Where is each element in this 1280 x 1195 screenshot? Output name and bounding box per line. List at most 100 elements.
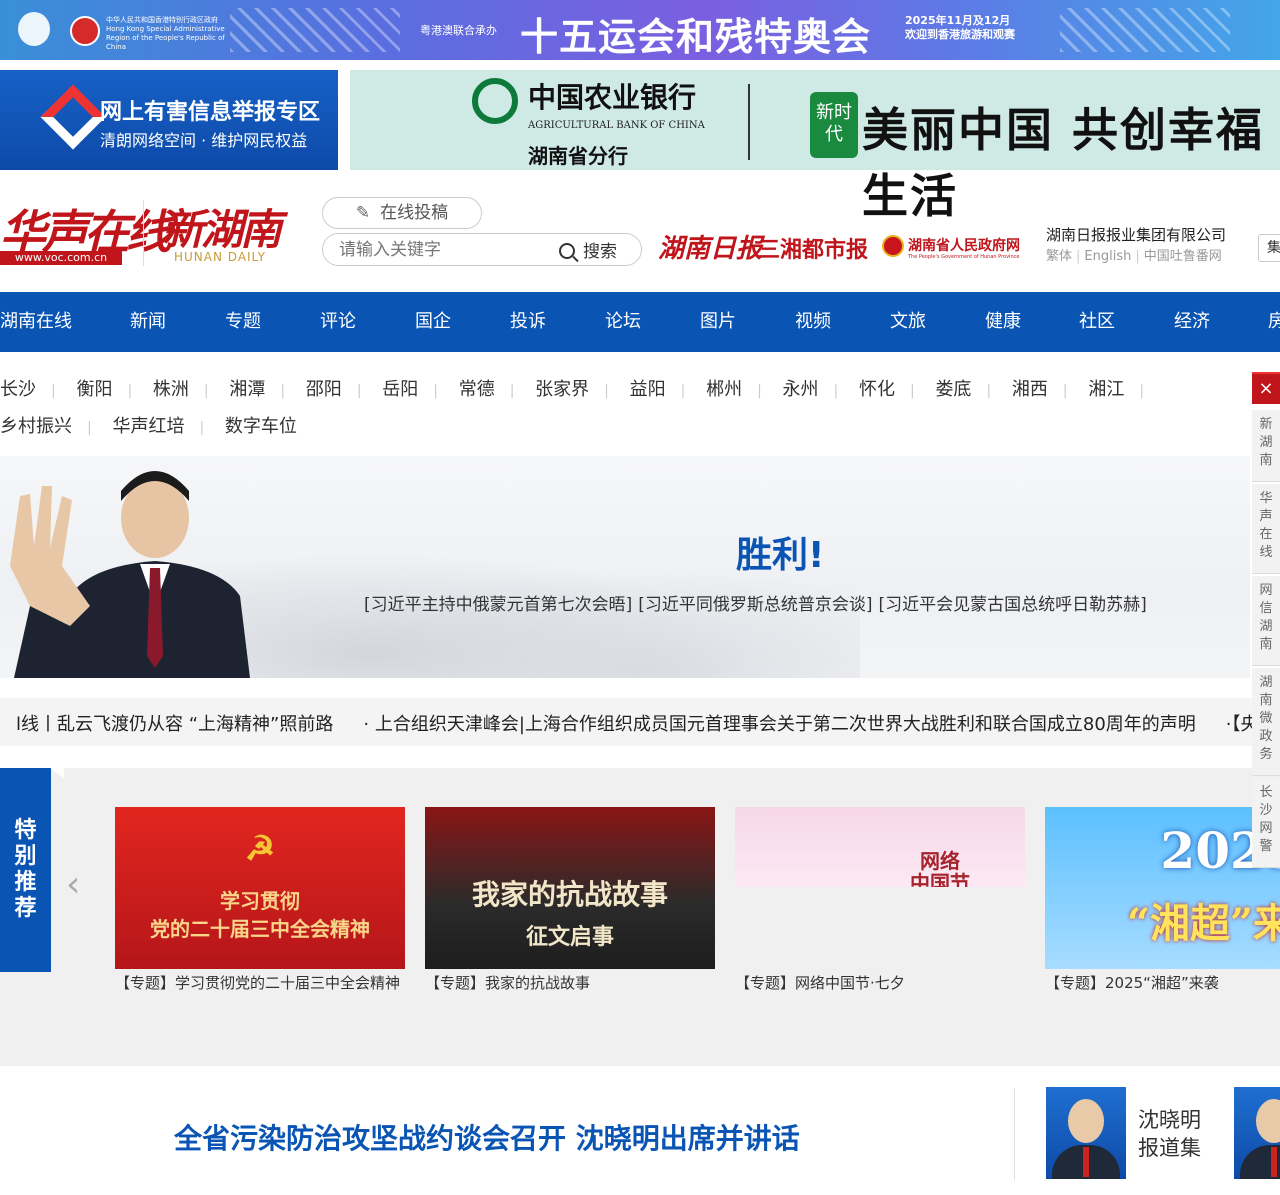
turpan-link[interactable]: 中国吐鲁番网 <box>1144 249 1222 264</box>
abc-bank-logo-icon <box>472 78 518 124</box>
nav-soe[interactable]: 国企 <box>415 292 451 352</box>
games-banner-ad[interactable]: 中华人民共和国香港特别行政区政府 Hong Kong Special Admin… <box>0 0 1280 60</box>
leader-photo <box>10 471 250 678</box>
city-changsha[interactable]: 长沙 <box>0 372 36 408</box>
carousel-prev-icon[interactable]: ‹ <box>66 864 80 905</box>
side-item-new-hunan[interactable]: 新湖南 <box>1252 410 1280 482</box>
ticker-track: l线丨乱云飞渡仍从容 “上海精神”照前路 · 上合组织天津峰会|上海合作组织成员国… <box>16 710 1280 736</box>
nav-forum[interactable]: 论坛 <box>605 292 641 352</box>
english-link[interactable]: English <box>1084 249 1131 264</box>
side-item-police[interactable]: 长沙网警 <box>1252 778 1280 868</box>
group-button[interactable]: 集 <box>1258 234 1280 262</box>
featured-card[interactable]: 网络 中国节 【专题】网络中国节·七夕 <box>735 807 1025 993</box>
link-red-training[interactable]: 华声红培 <box>112 409 184 445</box>
bank-name-en: AGRICULTURAL BANK OF CHINA <box>528 120 705 131</box>
games-host: 粤港澳联合承办 <box>420 24 497 37</box>
city-xiangtan[interactable]: 湘潭 <box>229 372 265 408</box>
voc-url: www.voc.com.cn <box>0 251 122 265</box>
pen-icon: ✎ <box>355 203 371 223</box>
nav-topics[interactable]: 专题 <box>225 292 261 352</box>
city-changde[interactable]: 常德 <box>459 372 495 408</box>
main-nav: 湖南在线 新闻 专题 评论 国企 投诉 论坛 图片 视频 文旅 健康 社区 经济… <box>0 292 1280 352</box>
card-caption[interactable]: 【专题】2025“湘超”来袭 <box>1045 973 1280 993</box>
city-hengyang[interactable]: 衡阳 <box>76 372 112 408</box>
city-shaoyang[interactable]: 邵阳 <box>306 372 342 408</box>
reporter-collection-link[interactable]: 沈晓明报道集 <box>1138 1106 1208 1162</box>
featured-card[interactable]: 我家的抗战故事 征文启事 【专题】我家的抗战故事 <box>425 807 715 993</box>
nav-news[interactable]: 新闻 <box>130 292 166 352</box>
search-button[interactable]: 搜索 <box>559 237 617 263</box>
hunan-gov-logo[interactable]: 湖南省人民政府网 <box>908 235 1020 255</box>
featured-card[interactable]: 2025 “湘超”来袭 【专题】2025“湘超”来袭 <box>1045 807 1280 993</box>
nav-complaint[interactable]: 投诉 <box>510 292 546 352</box>
leader-portrait-2[interactable] <box>1234 1087 1280 1179</box>
card-image: 我家的抗战故事 征文启事 <box>425 807 715 969</box>
national-emblem-icon <box>882 235 904 257</box>
card-image: 2025 “湘超”来袭 <box>1045 807 1280 969</box>
nav-culture-tourism[interactable]: 文旅 <box>890 292 926 352</box>
sanxiang-dushibao-logo[interactable]: 三湘都市报 <box>758 232 868 264</box>
ticker-item[interactable]: l线丨乱云飞渡仍从容 “上海精神”照前路 <box>16 714 333 735</box>
nav-health[interactable]: 健康 <box>985 292 1021 352</box>
link-digital-parking[interactable]: 数字车位 <box>225 409 297 445</box>
ad-slogan: 美丽中国 共创幸福生活 <box>862 103 1265 223</box>
hunan-daily-logo[interactable]: 新湖南 <box>162 196 282 257</box>
report-title: 网上有害信息举报专区 <box>100 100 321 125</box>
group-links: 繁体 | English | 中国吐鲁番网 <box>1046 249 1222 264</box>
hero-link-mongolia[interactable]: [习近平会见蒙古国总统呼日勒苏赫] <box>879 595 1147 615</box>
search-input[interactable] <box>339 238 549 262</box>
hammer-sickle-icon: ☭ <box>244 829 276 869</box>
hero-link-putin[interactable]: [习近平同俄罗斯总统普京会谈] <box>638 595 872 615</box>
nav-house[interactable]: 房 <box>1268 292 1280 352</box>
hero-banner[interactable]: 胜利! [习近平主持中俄蒙元首第七次会晤] [习近平同俄罗斯总统普京会谈] [习近平… <box>0 456 1250 678</box>
games-title: 十五运会和残特奥会 <box>520 15 872 59</box>
city-zhuzhou[interactable]: 株洲 <box>153 372 189 408</box>
card-caption[interactable]: 【专题】网络中国节·七夕 <box>735 973 1025 993</box>
online-submit-button[interactable]: ✎ 在线投稿 <box>322 197 482 229</box>
city-loudi[interactable]: 娄底 <box>935 372 971 408</box>
ad-divider <box>748 84 750 160</box>
hero-link-summit[interactable]: [习近平主持中俄蒙元首第七次会晤] <box>364 595 632 615</box>
nav-comment[interactable]: 评论 <box>320 292 356 352</box>
close-icon[interactable]: × <box>1252 372 1280 404</box>
city-yongzhou[interactable]: 永州 <box>783 372 819 408</box>
bank-branch: 湖南省分行 <box>528 144 628 168</box>
city-zhangjiajie[interactable]: 张家界 <box>535 372 589 408</box>
city-huaihua[interactable]: 怀化 <box>859 372 895 408</box>
nav-community[interactable]: 社区 <box>1079 292 1115 352</box>
hk-gov-text: 中华人民共和国香港特别行政区政府 Hong Kong Special Admin… <box>106 16 225 51</box>
bank-name-cn: 中国农业银行 <box>528 81 697 114</box>
ticker-item[interactable]: · 上合组织天津峰会|上海合作组织成员国元首理事会关于第二次世界大战胜利和联合国… <box>363 714 1195 735</box>
link-rural-revitalization[interactable]: 乡村振兴 <box>0 409 72 445</box>
search-box: 搜索 <box>322 233 642 266</box>
city-row-1: 长沙 | 衡阳 | 株洲 | 湘潭 | 邵阳 | 岳阳 | 常德 | 张家界 | 益阳 | 郴州 |… <box>0 372 1250 409</box>
hero-links: [习近平主持中俄蒙元首第七次会晤] [习近平同俄罗斯总统普京会谈] [习近平会见蒙古… <box>364 590 1153 615</box>
traditional-link[interactable]: 繁体 <box>1046 249 1072 264</box>
featured-card[interactable]: ☭ 学习贯彻 党的二十届三中全会精神 【专题】学习贯彻党的二十届三中全会精神 <box>115 807 405 993</box>
side-item-wangxin[interactable]: 网信湖南 <box>1252 576 1280 666</box>
news-ticker: l线丨乱云飞渡仍从容 “上海精神”照前路 · 上合组织天津峰会|上海合作组织成员国… <box>0 698 1280 746</box>
city-xiangxi[interactable]: 湘西 <box>1012 372 1048 408</box>
featured-tag: 特别推荐 <box>0 768 51 972</box>
side-item-voc[interactable]: 华声在线 <box>1252 484 1280 574</box>
leader-portrait[interactable] <box>1046 1087 1126 1179</box>
city-chenzhou[interactable]: 郴州 <box>706 372 742 408</box>
harmful-info-report-ad[interactable]: 网上有害信息举报专区 清朗网络空间 · 维护网民权益 <box>0 70 338 170</box>
hero-headline[interactable]: 胜利! <box>736 526 824 578</box>
card-caption[interactable]: 【专题】我家的抗战故事 <box>425 973 715 993</box>
nav-video[interactable]: 视频 <box>795 292 831 352</box>
abc-bank-ad[interactable]: 中国农业银行 AGRICULTURAL BANK OF CHINA 湖南省分行 … <box>350 70 1280 223</box>
nav-economy[interactable]: 经济 <box>1174 292 1210 352</box>
nav-photos[interactable]: 图片 <box>700 292 736 352</box>
city-xiangjiang[interactable]: 湘江 <box>1088 372 1124 408</box>
city-yueyang[interactable]: 岳阳 <box>382 372 418 408</box>
report-subtitle: 清朗网络空间 · 维护网民权益 <box>100 131 308 150</box>
games-date: 2025年11月及12月 欢迎到香港旅游和观赛 <box>905 14 1015 41</box>
top-headline[interactable]: 全省污染防治攻坚战约谈会召开 沈晓明出席并讲话 <box>174 1117 800 1157</box>
nav-hunan-online[interactable]: 湖南在线 <box>0 292 72 352</box>
hunan-ribao-logo[interactable]: 湖南日报 <box>658 228 762 265</box>
city-yiyang[interactable]: 益阳 <box>630 372 666 408</box>
side-item-micro-gov[interactable]: 湖南微政务 <box>1252 668 1280 776</box>
card-caption[interactable]: 【专题】学习贯彻党的二十届三中全会精神 <box>115 973 405 993</box>
hk-emblem-icon <box>70 16 100 46</box>
